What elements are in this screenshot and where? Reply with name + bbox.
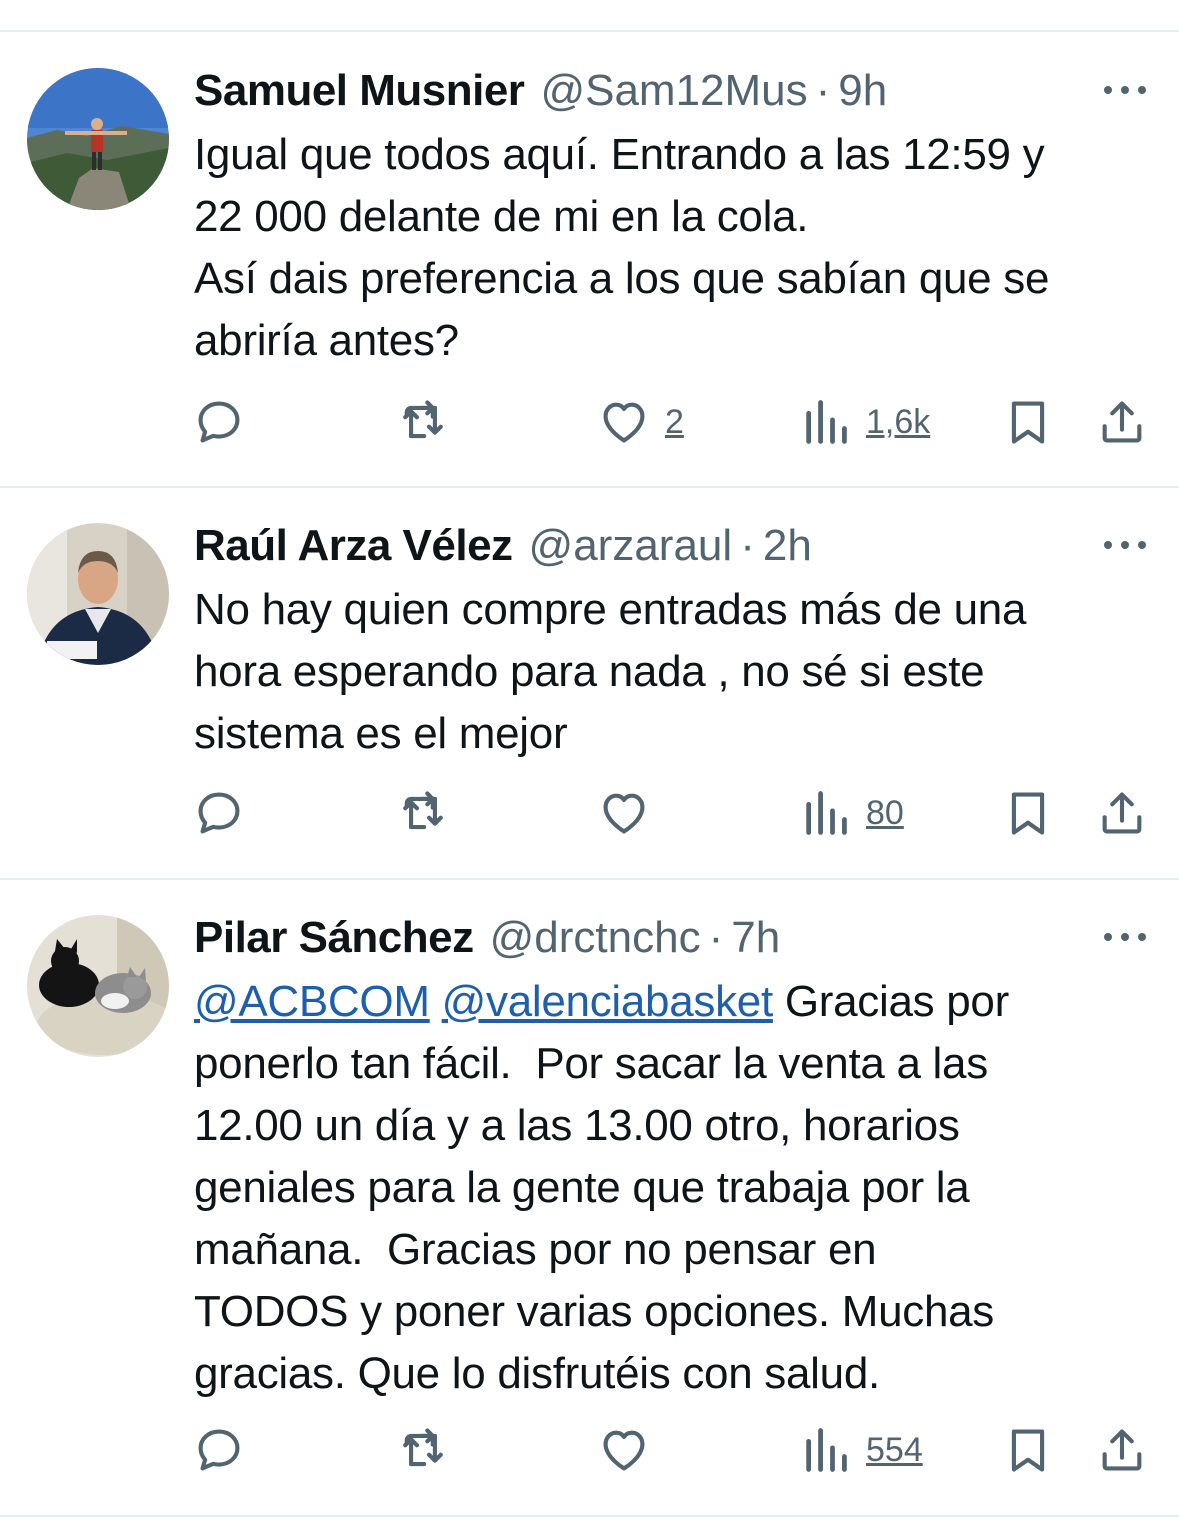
- share-button[interactable]: [1096, 1420, 1148, 1480]
- share-button[interactable]: [1096, 392, 1148, 452]
- reply-button[interactable]: [193, 783, 245, 843]
- tweet-text: No hay quien compre entradas más de una …: [194, 579, 1144, 765]
- views-count: 80: [866, 793, 904, 832]
- tweet-header: Samuel Musnier @Sam12Mus · 9h: [194, 66, 887, 116]
- retweet-icon: [395, 396, 451, 448]
- tweet-actions: 554: [0, 1420, 1179, 1480]
- tweet-text-line: TODOS y poner varias opciones. Muchas: [194, 1287, 995, 1336]
- tweet-text-line: sistema es el mejor: [194, 709, 568, 758]
- mention-link[interactable]: @ACBCOM: [194, 977, 430, 1026]
- reply-icon: [193, 1424, 245, 1476]
- share-icon: [1096, 396, 1148, 448]
- like-button[interactable]: [597, 783, 651, 843]
- avatar[interactable]: [27, 68, 169, 210]
- tweet-text-line: geniales para la gente que trabaja por l…: [194, 1163, 970, 1212]
- views-button[interactable]: 554: [800, 1420, 923, 1480]
- views-count: 1,6k: [866, 402, 931, 441]
- author-name[interactable]: Raúl Arza Vélez: [194, 521, 513, 571]
- avatar[interactable]: [27, 523, 169, 665]
- tweet-header: Pilar Sánchez @drctnchc · 7h: [194, 913, 780, 963]
- bookmark-button[interactable]: [1002, 783, 1054, 843]
- bookmark-button[interactable]: [1002, 392, 1054, 452]
- timestamp[interactable]: 2h: [763, 521, 812, 571]
- separator-dot: ·: [740, 521, 755, 570]
- like-button[interactable]: [597, 1420, 651, 1480]
- tweet-text-line: abriría antes?: [194, 316, 459, 365]
- author-handle[interactable]: @Sam12Mus: [540, 66, 807, 116]
- views-icon: [800, 787, 852, 839]
- avatar-image: [27, 68, 169, 210]
- tweet-header: Raúl Arza Vélez @arzaraul · 2h: [194, 521, 812, 571]
- tweet-text-fragment: Gracias por: [772, 977, 1009, 1026]
- like-button[interactable]: 2: [597, 392, 684, 452]
- share-icon: [1096, 787, 1148, 839]
- avatar-image: [27, 915, 169, 1057]
- timestamp[interactable]: 7h: [731, 913, 780, 963]
- tweet-text: @ACBCOM @valenciabasket Gracias por pone…: [194, 971, 1144, 1405]
- author-name[interactable]: Samuel Musnier: [194, 66, 525, 116]
- author-handle[interactable]: @drctnchc: [490, 913, 701, 963]
- tweet-text-line: Igual que todos aquí. Entrando a las 12:…: [194, 130, 1045, 179]
- retweet-icon: [395, 1424, 451, 1476]
- tweet-card[interactable]: Pilar Sánchez @drctnchc · 7h @ACBCOM @va…: [0, 880, 1179, 1515]
- tweet-text-line: No hay quien compre entradas más de una: [194, 585, 1027, 634]
- reply-button[interactable]: [193, 1420, 245, 1480]
- heart-icon: [597, 396, 651, 448]
- views-button[interactable]: 80: [800, 783, 904, 843]
- tweet-actions: 2 1,6k: [0, 392, 1179, 452]
- tweet-text-line: 22 000 delante de mi en la cola.: [194, 192, 809, 241]
- heart-icon: [597, 1424, 651, 1476]
- tweet-actions: 80: [0, 783, 1179, 843]
- separator-dot: ·: [815, 66, 831, 115]
- mention-link[interactable]: @valenciabasket: [442, 977, 774, 1026]
- reply-icon: [193, 787, 245, 839]
- tweet-text-line: @ACBCOM @valenciabasket Gracias por: [194, 971, 1144, 1033]
- tweet-divider: [0, 1515, 1179, 1517]
- reply-button[interactable]: [193, 392, 245, 452]
- bookmark-icon: [1002, 1424, 1054, 1476]
- tweet-text-line: hora esperando para nada , no sé si este: [194, 647, 985, 696]
- avatar-image: [27, 523, 169, 665]
- more-icon[interactable]: [1100, 922, 1150, 952]
- views-icon: [800, 396, 852, 448]
- tweet-text-line: 12.00 un día y a las 13.00 otro, horario…: [194, 1101, 960, 1150]
- bookmark-button[interactable]: [1002, 1420, 1054, 1480]
- tweet-text-line: mañana. Gracias por no pensar en: [194, 1225, 877, 1274]
- more-icon[interactable]: [1100, 530, 1150, 560]
- tweet-card[interactable]: Samuel Musnier @Sam12Mus · 9h Igual que …: [0, 0, 1179, 486]
- like-count: 2: [665, 402, 684, 441]
- views-count: 554: [866, 1430, 923, 1469]
- tweet-text-line: gracias. Que lo disfrutéis con salud.: [194, 1349, 880, 1398]
- author-handle[interactable]: @arzaraul: [529, 521, 733, 571]
- views-icon: [800, 1424, 852, 1476]
- more-icon[interactable]: [1100, 75, 1150, 105]
- share-button[interactable]: [1096, 783, 1148, 843]
- retweet-button[interactable]: [395, 783, 451, 843]
- author-name[interactable]: Pilar Sánchez: [194, 913, 474, 963]
- tweet-text: Igual que todos aquí. Entrando a las 12:…: [194, 124, 1144, 372]
- heart-icon: [597, 787, 651, 839]
- bookmark-icon: [1002, 787, 1054, 839]
- retweet-button[interactable]: [395, 392, 451, 452]
- retweet-button[interactable]: [395, 1420, 451, 1480]
- timestamp[interactable]: 9h: [838, 66, 887, 116]
- views-button[interactable]: 1,6k: [800, 392, 930, 452]
- tweet-text-line: ponerlo tan fácil. Por sacar la venta a …: [194, 1039, 988, 1088]
- tweet-card[interactable]: Raúl Arza Vélez @arzaraul · 2h No hay qu…: [0, 488, 1179, 878]
- reply-icon: [193, 396, 245, 448]
- tweet-text-line: Así dais preferencia a los que sabían qu…: [194, 254, 1050, 303]
- retweet-icon: [395, 787, 451, 839]
- avatar[interactable]: [27, 915, 169, 1057]
- share-icon: [1096, 1424, 1148, 1476]
- separator-dot: ·: [708, 913, 724, 962]
- bookmark-icon: [1002, 396, 1054, 448]
